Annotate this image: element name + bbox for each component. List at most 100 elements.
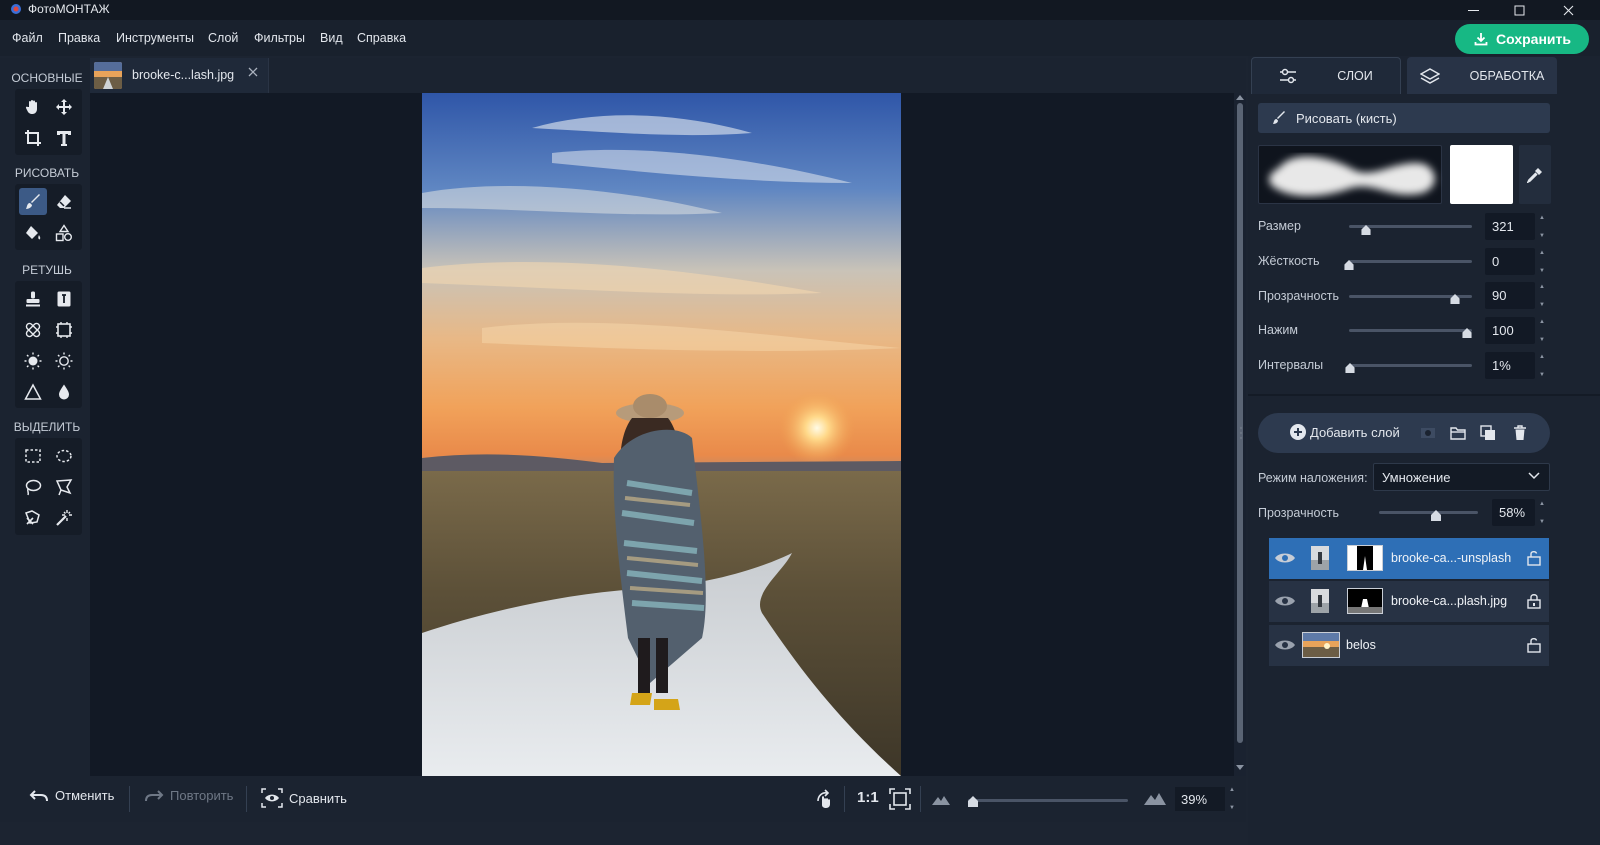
zoom-spinner[interactable]: ▲ ▼: [1227, 787, 1237, 811]
spacing-value-field[interactable]: 1%: [1485, 352, 1535, 379]
spin-down-icon[interactable]: ▼: [1539, 519, 1545, 525]
tab-processing[interactable]: ОБРАБОТКА: [1407, 57, 1557, 94]
brush-tool[interactable]: [19, 188, 47, 215]
blend-mode-select[interactable]: Умножение: [1373, 463, 1550, 491]
panel-resize-handle-icon[interactable]: [1238, 426, 1244, 440]
spin-up-icon[interactable]: ▲: [1539, 250, 1545, 256]
hardness-slider-thumb[interactable]: [1344, 260, 1354, 270]
size-value-field[interactable]: 321: [1485, 213, 1535, 240]
blur-tool[interactable]: [50, 378, 78, 405]
layer-mask-thumbnail[interactable]: [1347, 545, 1383, 571]
scroll-down-icon[interactable]: [1236, 765, 1244, 771]
opacity-slider-thumb[interactable]: [1450, 294, 1460, 304]
spin-up-icon[interactable]: ▲: [1539, 319, 1545, 325]
layer-mask-thumbnail[interactable]: [1347, 588, 1383, 614]
layer-opacity-slider-track[interactable]: [1379, 511, 1478, 514]
zoom-slider-track[interactable]: [968, 799, 1128, 802]
lasso-tool[interactable]: [19, 473, 47, 500]
pressure-spinner[interactable]: ▲ ▼: [1537, 319, 1547, 343]
pressure-value-field[interactable]: 100: [1485, 317, 1535, 344]
lighten-tool[interactable]: [19, 347, 47, 374]
crop-tool[interactable]: [19, 124, 47, 151]
folder-icon[interactable]: [1450, 425, 1466, 441]
spin-up-icon[interactable]: ▲: [1539, 501, 1545, 507]
shapes-tool[interactable]: [50, 219, 78, 246]
spin-down-icon[interactable]: ▼: [1539, 233, 1545, 239]
duplicate-icon[interactable]: [1480, 425, 1496, 441]
spin-down-icon[interactable]: ▼: [1229, 805, 1235, 811]
add-mask-icon[interactable]: [1420, 425, 1436, 441]
minimize-button[interactable]: [1450, 0, 1496, 20]
menu-tools[interactable]: Инструменты: [116, 31, 194, 45]
menu-layer[interactable]: Слой: [208, 31, 238, 45]
eraser-tool[interactable]: [50, 188, 78, 215]
menu-help[interactable]: Справка: [357, 31, 406, 45]
zoom-in-mountain-icon[interactable]: [1144, 790, 1166, 805]
close-window-button[interactable]: [1545, 0, 1591, 20]
spin-up-icon[interactable]: ▲: [1539, 354, 1545, 360]
opacity-value-field[interactable]: 90: [1485, 282, 1535, 309]
maximize-button[interactable]: [1496, 0, 1542, 20]
spacing-slider-track[interactable]: [1349, 364, 1472, 367]
add-layer-button[interactable]: Добавить слой: [1290, 424, 1400, 440]
zoom-slider-thumb[interactable]: [967, 796, 978, 807]
lock-icon[interactable]: [1527, 593, 1541, 609]
scroll-up-icon[interactable]: [1236, 94, 1244, 100]
rect-select-tool[interactable]: [19, 442, 47, 469]
size-slider-thumb[interactable]: [1360, 225, 1371, 235]
text-tool[interactable]: [50, 124, 78, 151]
spacing-slider-thumb[interactable]: [1345, 363, 1355, 373]
layer-opacity-slider-thumb[interactable]: [1431, 510, 1442, 521]
zoom-out-mountain-icon[interactable]: [932, 793, 950, 805]
polygon-lasso-tool[interactable]: [50, 473, 78, 500]
menu-view[interactable]: Вид: [320, 31, 343, 45]
fill-tool[interactable]: [19, 219, 47, 246]
spin-up-icon[interactable]: ▲: [1539, 215, 1545, 221]
actual-size-button[interactable]: 1:1: [857, 789, 879, 806]
restore-tool[interactable]: [50, 285, 78, 312]
unlock-icon[interactable]: [1527, 550, 1541, 566]
spin-up-icon[interactable]: ▲: [1539, 284, 1545, 290]
trash-icon[interactable]: [1512, 425, 1528, 441]
stamp-tool[interactable]: [19, 285, 47, 312]
opacity-spinner[interactable]: ▲ ▼: [1537, 284, 1547, 308]
menu-filters[interactable]: Фильтры: [254, 31, 305, 45]
layer-row-0[interactable]: brooke-ca...-unsplash: [1269, 538, 1549, 579]
redo-button[interactable]: Повторить: [144, 788, 233, 803]
layer-opacity-spinner[interactable]: ▲ ▼: [1537, 501, 1547, 525]
healing-tool[interactable]: [19, 316, 47, 343]
crop-area-tool[interactable]: [50, 316, 78, 343]
layer-row-1[interactable]: brooke-ca...plash.jpg: [1269, 581, 1549, 622]
spacing-spinner[interactable]: ▲ ▼: [1537, 354, 1547, 378]
hardness-value-field[interactable]: 0: [1485, 248, 1535, 275]
spin-up-icon[interactable]: ▲: [1229, 787, 1235, 793]
eye-icon[interactable]: [1274, 550, 1296, 566]
layer-row-2[interactable]: belos: [1269, 625, 1549, 666]
eye-icon[interactable]: [1274, 637, 1296, 653]
rotate-hand-icon[interactable]: [814, 789, 834, 809]
tab-layers[interactable]: СЛОИ: [1251, 57, 1401, 94]
hardness-spinner[interactable]: ▲ ▼: [1537, 250, 1547, 274]
compare-button[interactable]: Сравнить: [261, 788, 347, 808]
undo-button[interactable]: Отменить: [29, 788, 114, 803]
magnetic-lasso-tool[interactable]: [19, 504, 47, 531]
vertical-scrollbar-thumb[interactable]: [1237, 103, 1243, 743]
size-spinner[interactable]: ▲ ▼: [1537, 215, 1547, 239]
close-tab-icon[interactable]: [247, 66, 259, 78]
brush-color-swatch[interactable]: [1450, 145, 1513, 204]
eye-icon[interactable]: [1274, 593, 1296, 609]
spin-down-icon[interactable]: ▼: [1539, 337, 1545, 343]
pressure-slider-thumb[interactable]: [1462, 328, 1472, 338]
spin-down-icon[interactable]: ▼: [1539, 302, 1545, 308]
hardness-slider-track[interactable]: [1349, 260, 1472, 263]
canvas-photo[interactable]: [422, 93, 901, 776]
sharpen-tool[interactable]: [19, 378, 47, 405]
move-tool[interactable]: [50, 93, 78, 120]
zoom-value-field[interactable]: 39%: [1175, 787, 1225, 811]
layer-opacity-value-field[interactable]: 58%: [1492, 499, 1535, 526]
fit-screen-icon[interactable]: [889, 788, 911, 810]
menu-file[interactable]: Файл: [12, 31, 43, 45]
brush-mode-button[interactable]: Рисовать (кисть): [1258, 103, 1550, 133]
hand-tool[interactable]: [19, 93, 47, 120]
spin-down-icon[interactable]: ▼: [1539, 268, 1545, 274]
